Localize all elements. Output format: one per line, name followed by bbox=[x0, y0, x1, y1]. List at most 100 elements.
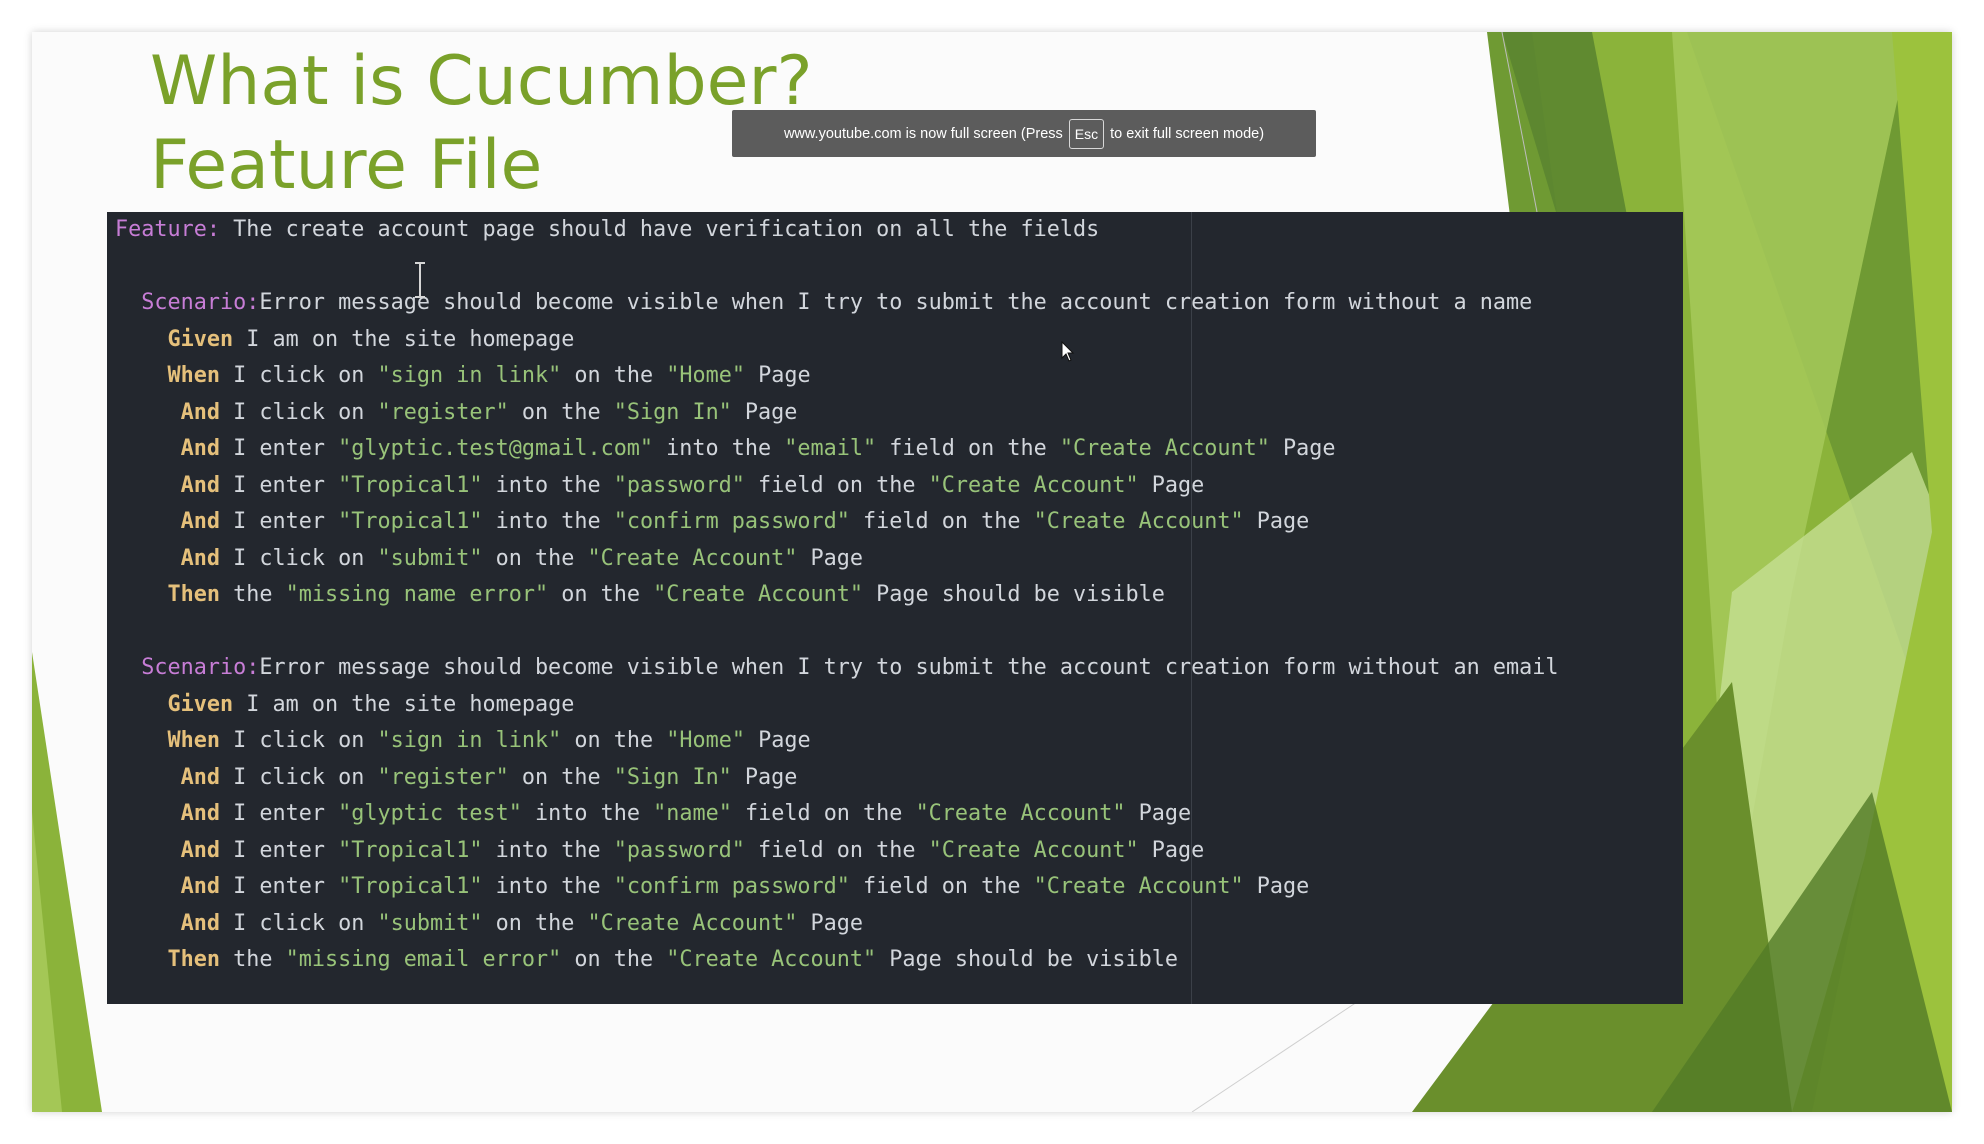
code-line: Scenario:Error message should become vis… bbox=[115, 285, 1559, 322]
code-token-string: "Create Account" bbox=[587, 910, 798, 936]
code-token-string: "register" bbox=[377, 764, 509, 790]
code-token-string: "confirm password" bbox=[613, 874, 850, 899]
code-token-text: I click on bbox=[220, 363, 378, 388]
slide-title: What is Cucumber? Feature File bbox=[150, 40, 813, 208]
fullscreen-text-before: www.youtube.com is now full screen (Pres… bbox=[783, 125, 1063, 142]
code-token-string: "sign in link" bbox=[377, 728, 562, 753]
code-token-string: "Sign In" bbox=[613, 399, 732, 425]
code-line: And I click on "submit" on the "Create A… bbox=[115, 906, 1559, 943]
code-line: When I click on "sign in link" on the "H… bbox=[115, 723, 1559, 760]
code-token-text: on the bbox=[561, 363, 667, 388]
code-token-text: I enter bbox=[220, 837, 339, 863]
code-token-text: I click on bbox=[220, 764, 378, 790]
code-token-text: I click on bbox=[220, 545, 378, 571]
code-line: And I enter "Tropical1" into the "passwo… bbox=[115, 833, 1559, 870]
code-token-text: Page bbox=[1243, 509, 1310, 534]
code-token-string: "Create Account" bbox=[915, 801, 1126, 826]
code-token-text: Page bbox=[1125, 801, 1192, 826]
code-token-string: "email" bbox=[784, 436, 877, 461]
code-token-string: "Create Account" bbox=[1059, 436, 1270, 461]
code-token-text: into the bbox=[482, 874, 614, 899]
code-token-keyword: And bbox=[180, 436, 220, 461]
code-token-text: into the bbox=[482, 472, 614, 498]
presentation-slide: What is Cucumber? Feature File Feature: … bbox=[32, 32, 1952, 1112]
code-token-text: Page bbox=[1138, 837, 1205, 863]
fullscreen-text-after: to exit full screen mode) bbox=[1110, 125, 1265, 142]
code-token-text: Page bbox=[797, 910, 864, 936]
code-line: And I click on "register" on the "Sign I… bbox=[115, 395, 1559, 432]
esc-key-badge: Esc bbox=[1068, 118, 1105, 149]
mouse-pointer-icon bbox=[1061, 341, 1075, 362]
code-token-text: Page bbox=[1243, 874, 1310, 899]
code-token-text: field on the bbox=[744, 472, 929, 498]
code-token-string: "Create Account" bbox=[587, 545, 798, 571]
code-token-string: "Tropical1" bbox=[338, 472, 483, 498]
code-token-text: on the bbox=[561, 947, 667, 972]
code-token-text: field on the bbox=[849, 874, 1034, 899]
code-token-keyword: Given bbox=[167, 326, 234, 352]
code-token-text: I am on the site homepage bbox=[233, 691, 575, 717]
code-token-text: Page bbox=[731, 399, 798, 425]
code-token-string: "Tropical1" bbox=[338, 837, 483, 863]
code-editor-panel: Feature: The create account page should … bbox=[107, 212, 1683, 1004]
code-line: Given I am on the site homepage bbox=[115, 322, 1559, 359]
code-token-keyword: When bbox=[167, 728, 221, 753]
code-token-text: I enter bbox=[220, 874, 339, 899]
code-token-string: "name" bbox=[653, 801, 732, 826]
slide-title-line1: What is Cucumber? bbox=[150, 42, 813, 121]
code-token-string: "Home" bbox=[666, 363, 745, 388]
code-token-text: into the bbox=[653, 436, 785, 461]
code-token-text: Page bbox=[731, 764, 798, 790]
code-token-string: "glyptic test" bbox=[338, 801, 522, 826]
code-token-string: "password" bbox=[613, 472, 745, 498]
code-token-string: "Sign In" bbox=[613, 764, 732, 790]
code-line: And I click on "register" on the "Sign I… bbox=[115, 760, 1559, 797]
code-token-string: "Create Account" bbox=[1033, 874, 1244, 899]
code-line: And I enter "Tropical1" into the "confir… bbox=[115, 504, 1559, 541]
code-token-keyword: And bbox=[180, 910, 220, 936]
code-token-text: into the bbox=[521, 801, 654, 826]
code-token-string: "Create Account" bbox=[653, 582, 864, 607]
code-token-string: "Home" bbox=[666, 728, 745, 753]
code-token-text: into the bbox=[482, 509, 614, 534]
code-token-text: Page bbox=[1138, 472, 1205, 498]
code-token-text: Error message should become visible when… bbox=[259, 655, 1559, 680]
code-line: And I enter "glyptic test" into the "nam… bbox=[115, 796, 1559, 833]
code-token-feature: Feature: bbox=[115, 217, 220, 242]
code-token-text: on the bbox=[508, 764, 614, 790]
code-token-keyword: Given bbox=[167, 691, 234, 717]
code-token-string: "missing email error" bbox=[285, 947, 562, 972]
code-token-keyword: And bbox=[180, 509, 220, 534]
code-token-string: "Create Account" bbox=[928, 837, 1139, 863]
code-token-text: I click on bbox=[220, 399, 378, 425]
code-token-text: I am on the site homepage bbox=[233, 326, 575, 352]
code-line: Then the "missing name error" on the "Cr… bbox=[115, 577, 1559, 614]
code-token-text: field on the bbox=[849, 509, 1034, 534]
code-token-keyword: And bbox=[180, 545, 220, 571]
code-token-string: "Create Account" bbox=[928, 472, 1139, 498]
code-token-text: Error message should become visible when… bbox=[259, 290, 1533, 315]
code-token-text: on the bbox=[482, 910, 588, 936]
code-token-text: The create account page should have veri… bbox=[219, 217, 1100, 242]
code-line: Given I am on the site homepage bbox=[115, 687, 1559, 724]
code-token-text: on the bbox=[548, 582, 654, 607]
code-token-text: Page should be visible bbox=[876, 947, 1178, 972]
code-token-keyword: And bbox=[180, 764, 220, 790]
code-line: Scenario:Error message should become vis… bbox=[115, 650, 1559, 687]
code-token-keyword: And bbox=[180, 801, 220, 826]
code-token-string: "Create Account" bbox=[666, 947, 877, 972]
code-token-text: the bbox=[220, 582, 286, 607]
code-token-text: I enter bbox=[220, 472, 339, 498]
code-token-text: on the bbox=[561, 728, 667, 753]
code-token-string: "missing name error" bbox=[285, 582, 549, 607]
code-line: And I enter "Tropical1" into the "passwo… bbox=[115, 468, 1559, 505]
fullscreen-notification: www.youtube.com is now full screen (Pres… bbox=[732, 110, 1316, 157]
